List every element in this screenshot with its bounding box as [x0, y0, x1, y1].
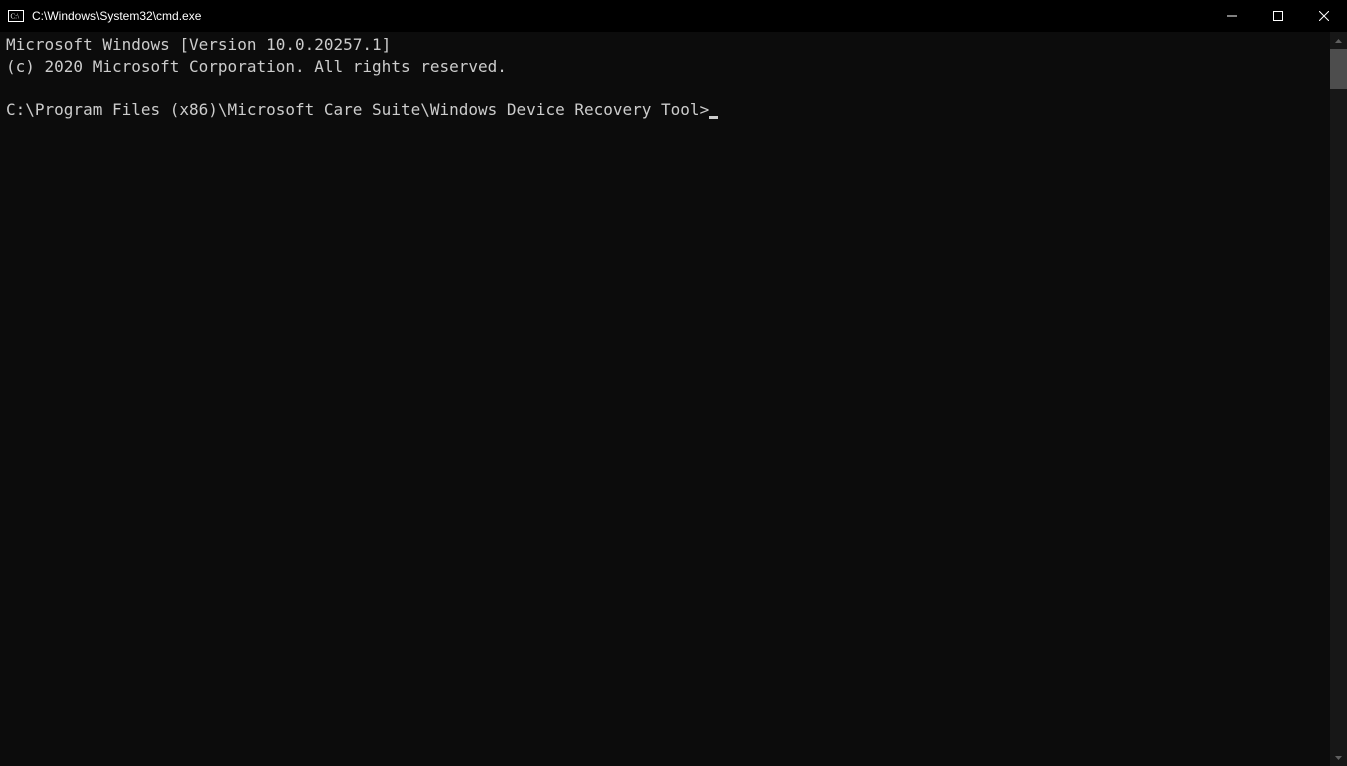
maximize-button[interactable] — [1255, 0, 1301, 32]
cmd-icon: C:\ — [8, 8, 24, 24]
copyright-line: (c) 2020 Microsoft Corporation. All righ… — [6, 57, 507, 76]
cursor — [709, 116, 718, 119]
content-area: Microsoft Windows [Version 10.0.20257.1]… — [0, 32, 1347, 766]
scroll-down-button[interactable] — [1330, 749, 1347, 766]
titlebar[interactable]: C:\ C:\Windows\System32\cmd.exe — [0, 0, 1347, 32]
vertical-scrollbar[interactable] — [1330, 32, 1347, 766]
cmd-window: C:\ C:\Windows\System32\cmd.exe Microsof… — [0, 0, 1347, 766]
prompt: C:\Program Files (x86)\Microsoft Care Su… — [6, 100, 709, 119]
close-button[interactable] — [1301, 0, 1347, 32]
terminal-output[interactable]: Microsoft Windows [Version 10.0.20257.1]… — [0, 32, 1330, 766]
scroll-thumb[interactable] — [1330, 49, 1347, 89]
scroll-track[interactable] — [1330, 49, 1347, 749]
minimize-button[interactable] — [1209, 0, 1255, 32]
scroll-up-button[interactable] — [1330, 32, 1347, 49]
version-line: Microsoft Windows [Version 10.0.20257.1] — [6, 35, 391, 54]
window-title: C:\Windows\System32\cmd.exe — [30, 9, 1209, 23]
window-controls — [1209, 0, 1347, 32]
svg-text:C:\: C:\ — [11, 13, 20, 21]
